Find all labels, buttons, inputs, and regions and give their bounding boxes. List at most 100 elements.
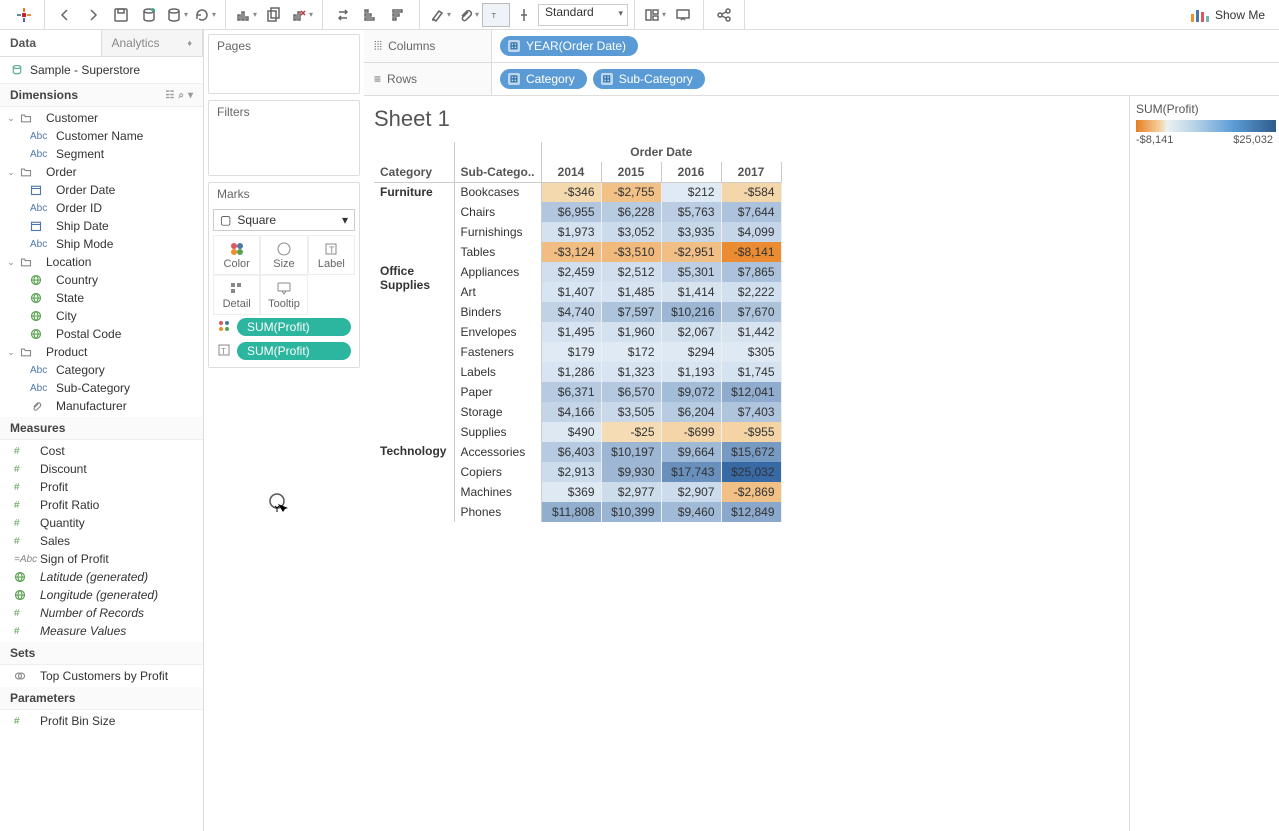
folder-product[interactable]: ⌄Product: [0, 343, 203, 361]
field-profit-ratio[interactable]: #Profit Ratio: [0, 496, 203, 514]
folder-customer[interactable]: ⌄Customer: [0, 109, 203, 127]
label-glyph-icon: T: [217, 344, 231, 359]
clear-sheet-button[interactable]: ▾: [288, 3, 316, 27]
field-cost[interactable]: #Cost: [0, 442, 203, 460]
field-number-of-records[interactable]: #Number of Records: [0, 604, 203, 622]
field-quantity[interactable]: #Quantity: [0, 514, 203, 532]
fit-select[interactable]: Standard: [538, 4, 628, 26]
table-row[interactable]: FurnitureBookcases-$346-$2,755$212-$584: [374, 182, 781, 202]
view-icon[interactable]: ☷: [165, 90, 174, 101]
filters-shelf[interactable]: Filters: [208, 100, 360, 176]
field-profit[interactable]: #Profit: [0, 478, 203, 496]
color-glyph-icon: [217, 320, 231, 335]
worksheet-panel: ⦙⦙⦙Columns ⊞YEAR(Order Date) ≡ Rows ⊞Cate…: [364, 30, 1279, 831]
marks-tooltip[interactable]: Tooltip: [260, 275, 307, 315]
folder-order[interactable]: ⌄Order: [0, 163, 203, 181]
svg-text:T: T: [492, 11, 497, 20]
attach-button[interactable]: ▾: [454, 3, 482, 27]
toolbar: ▾ ▾ ▾ ▾ ▾ ▾ T Standard ▾ Show Me: [0, 0, 1279, 30]
datasource-name: Sample - Superstore: [30, 63, 140, 77]
menu-icon[interactable]: ▾: [188, 90, 193, 101]
refresh-button[interactable]: ▾: [191, 3, 219, 27]
rows-shelf[interactable]: ≡ Rows ⊞Category ⊞Sub-Category: [364, 63, 1279, 96]
duplicate-button[interactable]: [260, 3, 288, 27]
columns-shelf[interactable]: ⦙⦙⦙Columns ⊞YEAR(Order Date): [364, 30, 1279, 63]
columns-label: Columns: [388, 39, 435, 53]
show-cards-button[interactable]: ▾: [641, 3, 669, 27]
autosave-button[interactable]: ▾: [163, 3, 191, 27]
marks-label[interactable]: TLabel: [308, 235, 355, 275]
field-country[interactable]: Country: [0, 271, 203, 289]
marks-color[interactable]: Color: [213, 235, 260, 275]
sheet-title[interactable]: Sheet 1: [374, 106, 1119, 132]
pages-shelf[interactable]: Pages: [208, 34, 360, 94]
folder-location[interactable]: ⌄Location: [0, 253, 203, 271]
table-row[interactable]: OfficeSuppliesAppliances$2,459$2,512$5,3…: [374, 262, 781, 282]
pin-button[interactable]: [510, 3, 538, 27]
datasource-item[interactable]: Sample - Superstore: [0, 57, 203, 84]
sort-asc-button[interactable]: [357, 3, 385, 27]
field-longitude-generated-[interactable]: Longitude (generated): [0, 586, 203, 604]
marks-pill-color[interactable]: SUM(Profit): [213, 315, 355, 339]
new-worksheet-button[interactable]: ▾: [232, 3, 260, 27]
swap-button[interactable]: [329, 3, 357, 27]
show-me-button[interactable]: Show Me: [1181, 8, 1275, 22]
share-button[interactable]: [710, 3, 738, 27]
field-order-id[interactable]: AbcOrder ID: [0, 199, 203, 217]
back-button[interactable]: [51, 3, 79, 27]
field-sign-of-profit[interactable]: =AbcSign of Profit: [0, 550, 203, 568]
field-sales[interactable]: #Sales: [0, 532, 203, 550]
tooltip-icon: [276, 280, 292, 298]
sort-desc-button[interactable]: [385, 3, 413, 27]
tableau-logo[interactable]: [10, 3, 38, 27]
datasource-icon: [10, 63, 24, 77]
table-row[interactable]: TechnologyAccessories$6,403$10,197$9,664…: [374, 442, 781, 462]
field-manufacturer[interactable]: Manufacturer: [0, 397, 203, 415]
marks-pill-label[interactable]: T SUM(Profit): [213, 339, 355, 363]
search-icon[interactable]: ⌕: [178, 90, 184, 101]
pill-year-order-date-[interactable]: ⊞YEAR(Order Date): [500, 36, 638, 56]
svg-text:T: T: [221, 347, 226, 356]
field-city[interactable]: City: [0, 307, 203, 325]
set-top-customers-by-profit[interactable]: Top Customers by Profit: [0, 667, 203, 685]
field-discount[interactable]: #Discount: [0, 460, 203, 478]
field-sub-category[interactable]: AbcSub-Category: [0, 379, 203, 397]
tab-data[interactable]: Data: [0, 30, 102, 56]
forward-button[interactable]: [79, 3, 107, 27]
field-segment[interactable]: AbcSegment: [0, 145, 203, 163]
legend-max: $25,032: [1233, 134, 1273, 146]
parameters-header: Parameters: [0, 687, 203, 710]
data-grid[interactable]: Order DateCategorySub-Catego..2014201520…: [374, 142, 1119, 522]
marks-card: Marks ▢Square▾ Color Size TLabel Detail …: [208, 182, 360, 368]
field-state[interactable]: State: [0, 289, 203, 307]
highlight-button[interactable]: ▾: [426, 3, 454, 27]
show-me-label: Show Me: [1215, 8, 1265, 22]
field-postal-code[interactable]: Postal Code: [0, 325, 203, 343]
tab-analytics[interactable]: Analytics♦: [102, 30, 204, 56]
labels-toggle-button[interactable]: T: [482, 3, 510, 27]
sets-header: Sets: [0, 642, 203, 665]
rows-label: Rows: [387, 72, 417, 86]
save-button[interactable]: [107, 3, 135, 27]
marks-label: Marks: [209, 183, 359, 205]
field-ship-mode[interactable]: AbcShip Mode: [0, 235, 203, 253]
marks-size[interactable]: Size: [260, 235, 307, 275]
param-profit-bin-size[interactable]: #Profit Bin Size: [0, 712, 203, 730]
field-customer-name[interactable]: AbcCustomer Name: [0, 127, 203, 145]
pill-sub-category[interactable]: ⊞Sub-Category: [593, 69, 705, 89]
marktype-select[interactable]: ▢Square▾: [213, 209, 355, 231]
presentation-button[interactable]: [669, 3, 697, 27]
field-order-date[interactable]: Order Date: [0, 181, 203, 199]
dimensions-header: Dimensions ☷⌕▾: [0, 84, 203, 107]
field-latitude-generated-[interactable]: Latitude (generated): [0, 568, 203, 586]
field-measure-values[interactable]: #Measure Values: [0, 622, 203, 640]
pill-category[interactable]: ⊞Category: [500, 69, 587, 89]
color-legend[interactable]: SUM(Profit) -$8,141$25,032: [1129, 96, 1279, 831]
new-datasource-button[interactable]: [135, 3, 163, 27]
field-ship-date[interactable]: Ship Date: [0, 217, 203, 235]
marks-detail[interactable]: Detail: [213, 275, 260, 315]
rows-icon: ≡: [374, 72, 381, 86]
legend-gradient: [1136, 120, 1276, 132]
legend-min: -$8,141: [1136, 134, 1173, 146]
field-category[interactable]: AbcCategory: [0, 361, 203, 379]
